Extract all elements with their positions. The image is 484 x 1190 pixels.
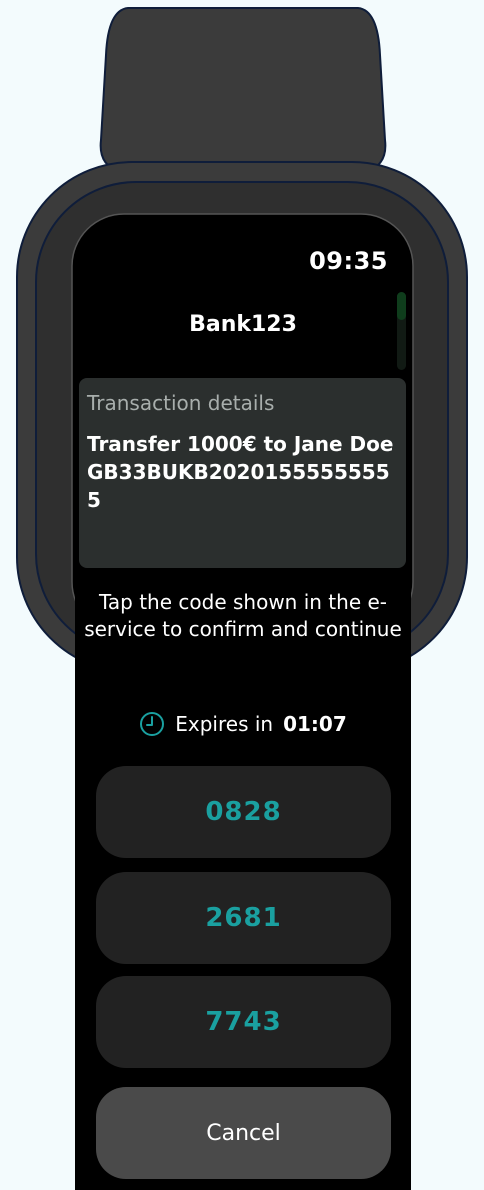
expiry-countdown: 01:07 — [283, 712, 347, 736]
expiry-label: Expires in — [175, 712, 274, 736]
code-button-2[interactable]: 2681 — [96, 872, 391, 964]
code-button-1[interactable]: 0828 — [96, 766, 391, 858]
instructions-text: Tap the code shown in the e-service to c… — [84, 590, 402, 641]
watch-band — [99, 7, 387, 173]
clock-icon — [140, 712, 165, 736]
watch-stage: 09:35 Bank123 Transaction details Transf… — [0, 0, 484, 1190]
transaction-details-card: Transaction details Transfer 1000€ to Ja… — [79, 378, 406, 568]
app-title: Bank123 — [189, 312, 297, 337]
code-button-3[interactable]: 7743 — [96, 976, 391, 1068]
status-time: 09:35 — [309, 247, 388, 275]
transaction-details-label: Transaction details — [87, 391, 275, 415]
transaction-details-text: Transfer 1000€ to Jane Doe GB33BUKB20201… — [87, 432, 394, 512]
expiry-row: Expires in 01:07 — [75, 711, 411, 737]
cancel-button[interactable]: Cancel — [96, 1087, 391, 1179]
